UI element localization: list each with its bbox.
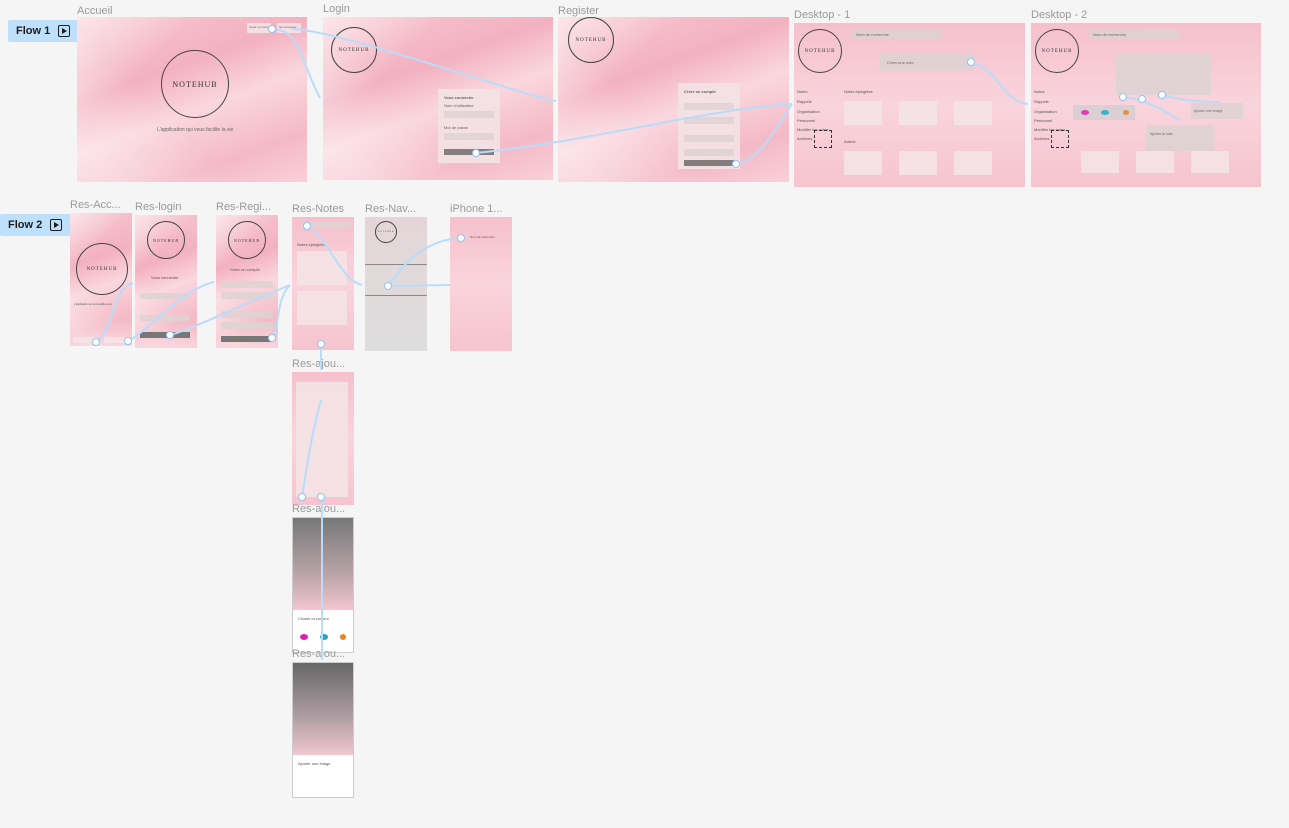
connector (1122, 96, 1181, 121)
connector (735, 103, 793, 165)
hotspot[interactable] (317, 340, 325, 348)
hotspot[interactable] (384, 282, 392, 290)
hotspot[interactable] (303, 222, 311, 230)
hotspot[interactable] (317, 493, 325, 501)
hotspot[interactable] (268, 25, 276, 33)
hotspot[interactable] (1158, 91, 1166, 99)
connector (271, 28, 321, 99)
connector (271, 284, 291, 339)
prototype-connectors (95, 28, 1221, 660)
hotspot[interactable] (732, 160, 740, 168)
connector (291, 28, 557, 102)
connector (95, 282, 134, 343)
connector (169, 284, 291, 336)
connector (301, 399, 322, 498)
connector (387, 284, 451, 287)
hotspot[interactable] (1119, 93, 1127, 101)
connector (1161, 94, 1221, 103)
hotspot[interactable] (268, 334, 276, 342)
hotspot[interactable] (472, 149, 480, 157)
connector (475, 103, 793, 154)
hotspot[interactable] (457, 234, 465, 242)
connector (306, 225, 363, 286)
connector (970, 61, 1029, 105)
hotspot[interactable] (92, 338, 100, 346)
hotspot[interactable] (166, 331, 174, 339)
hotspot[interactable] (967, 58, 975, 66)
hotspot[interactable] (1138, 95, 1146, 103)
hotspot[interactable] (124, 337, 132, 345)
hotspot[interactable] (298, 493, 306, 501)
connector (387, 237, 462, 287)
